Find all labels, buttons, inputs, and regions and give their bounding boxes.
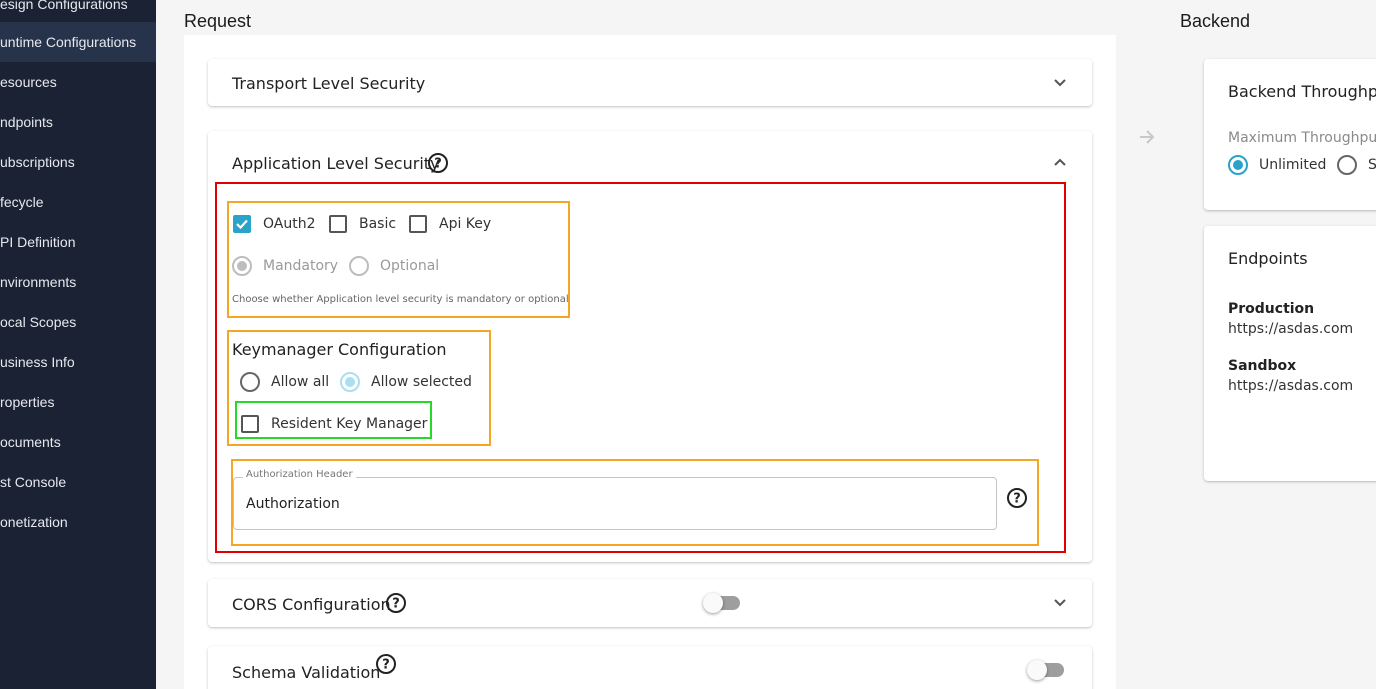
request-section-title: Request (184, 11, 252, 31)
help-icon[interactable]: ? (427, 152, 449, 174)
svg-text:?: ? (1013, 492, 1021, 507)
sandbox-url[interactable]: https://asdas.com (1228, 378, 1353, 394)
sidebar-item-monetization[interactable]: onetization (0, 502, 156, 542)
svg-text:?: ? (382, 658, 390, 673)
help-icon[interactable]: ? (1006, 487, 1028, 509)
sidebar-item-runtime-configurations[interactable]: untime Configurations (0, 22, 156, 62)
help-icon[interactable]: ? (385, 592, 407, 614)
endpoints-title: Endpoints (1228, 249, 1308, 268)
apikey-label: Api Key (439, 216, 492, 232)
check-icon (236, 219, 248, 230)
schema-validation-toggle-thumb[interactable] (1027, 660, 1047, 680)
sidebar-item-label: roperties (0, 394, 55, 410)
resident-key-manager-checkbox[interactable] (241, 415, 259, 433)
allow-all-label: Allow all (271, 374, 330, 390)
mandatory-radio[interactable] (232, 256, 252, 276)
sidebar-item-label: nvironments (0, 274, 77, 290)
help-icon[interactable]: ? (375, 653, 397, 675)
sidebar-item-resources[interactable]: esources (0, 62, 156, 102)
unlimited-label: Unlimited (1259, 157, 1327, 173)
basic-checkbox[interactable] (329, 215, 347, 233)
chevron-down-icon[interactable] (1052, 75, 1068, 91)
authorization-header-value: Authorization (246, 496, 340, 512)
security-helper-text: Choose whether Application level securit… (232, 294, 569, 305)
sidebar-item-documents[interactable]: ocuments (0, 422, 156, 462)
cors-title: CORS Configuration (232, 595, 391, 614)
resident-key-manager-label: Resident Key Manager (271, 416, 428, 432)
oauth2-checkbox[interactable] (233, 215, 251, 233)
radio-dot (1233, 160, 1243, 170)
sidebar-item-label: PI Definition (0, 234, 76, 250)
sidebar-item-label: esources (0, 74, 57, 90)
sidebar: esign Configurations untime Configuratio… (0, 0, 156, 689)
radio-dot (345, 377, 355, 387)
transport-security-title: Transport Level Security (232, 74, 426, 93)
cors-toggle-thumb[interactable] (703, 593, 723, 613)
mandatory-label: Mandatory (263, 258, 339, 274)
chevron-down-icon[interactable] (1052, 595, 1068, 611)
sidebar-item-label: ocal Scopes (0, 314, 77, 330)
keymanager-title: Keymanager Configuration (232, 340, 447, 359)
allow-selected-label: Allow selected (371, 374, 472, 390)
sidebar-item-subscriptions[interactable]: ubscriptions (0, 142, 156, 182)
unlimited-radio[interactable] (1228, 155, 1248, 175)
backend-endpoints-card: Endpoints Production https://asdas.com S… (1204, 226, 1376, 481)
sidebar-item-label: st Console (0, 474, 67, 490)
app-security-title: Application Level Security (232, 154, 440, 173)
sidebar-item-api-definition[interactable]: PI Definition (0, 222, 156, 262)
sandbox-label: Sandbox (1228, 358, 1297, 374)
sidebar-item-label: onetization (0, 514, 68, 530)
sidebar-item-environments[interactable]: nvironments (0, 262, 156, 302)
optional-label: Optional (380, 258, 440, 274)
apikey-checkbox[interactable] (409, 215, 427, 233)
authorization-header-label: Authorization Header (243, 469, 356, 480)
specify-label: S (1368, 157, 1376, 173)
schema-validation-card[interactable]: Schema Validation ? (208, 646, 1092, 689)
backend-throughput-card: Backend Throughpu Maximum Throughput Unl… (1204, 59, 1376, 210)
arrow-right-icon (1140, 130, 1155, 144)
cors-card[interactable]: CORS Configuration ? (208, 579, 1092, 627)
sidebar-item-label: usiness Info (0, 354, 75, 370)
backend-throughput-title: Backend Throughpu (1228, 82, 1376, 101)
basic-label: Basic (359, 216, 397, 232)
sidebar-item-label: ocuments (0, 434, 61, 450)
oauth2-label: OAuth2 (263, 216, 316, 232)
sidebar-item-lifecycle[interactable]: fecycle (0, 182, 156, 222)
sidebar-item-test-console[interactable]: st Console (0, 462, 156, 502)
production-label: Production (1228, 301, 1315, 317)
sidebar-item-label: esign Configurations (0, 0, 128, 12)
backend-section-title: Backend (1180, 11, 1251, 31)
sidebar-item-local-scopes[interactable]: ocal Scopes (0, 302, 156, 342)
max-throughput-label: Maximum Throughput (1228, 130, 1376, 146)
sidebar-item-label: untime Configurations (0, 34, 137, 50)
authorization-header-input[interactable]: Authorization (233, 477, 997, 530)
svg-text:?: ? (434, 157, 442, 172)
transport-security-card[interactable]: Transport Level Security (208, 59, 1092, 106)
optional-radio[interactable] (349, 256, 369, 276)
sidebar-item-label: ubscriptions (0, 154, 75, 170)
schema-validation-title: Schema Validation (232, 663, 381, 682)
allow-all-radio[interactable] (240, 372, 260, 392)
svg-text:?: ? (392, 597, 400, 612)
chevron-up-icon[interactable] (1052, 154, 1068, 170)
sidebar-item-label: fecycle (0, 194, 44, 210)
sidebar-item-endpoints[interactable]: ndpoints (0, 102, 156, 142)
sidebar-item-label: ndpoints (0, 114, 53, 130)
sidebar-item-business-info[interactable]: usiness Info (0, 342, 156, 382)
specify-radio[interactable] (1337, 155, 1357, 175)
allow-selected-radio[interactable] (340, 372, 360, 392)
sidebar-item-design-configurations[interactable]: esign Configurations (0, 0, 156, 24)
sidebar-item-properties[interactable]: roperties (0, 382, 156, 422)
radio-dot (237, 261, 247, 271)
production-url[interactable]: https://asdas.com (1228, 321, 1353, 337)
